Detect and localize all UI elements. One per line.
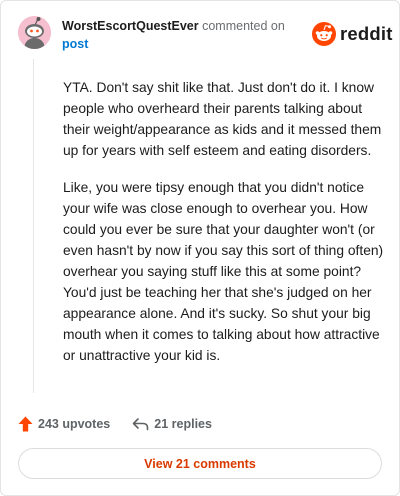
comment-card: WorstEscortQuestEver commented on post r… — [0, 0, 400, 496]
view-comments-button[interactable]: View 21 comments — [18, 448, 382, 479]
thread-line[interactable] — [33, 59, 34, 393]
comment-paragraph: Like, you were tipsy enough that you did… — [63, 180, 384, 363]
upvote-arrow-icon — [18, 416, 33, 432]
post-link[interactable]: post — [62, 35, 302, 53]
reply-count: 21 replies — [154, 417, 212, 431]
snoo-avatar-icon — [18, 16, 51, 49]
replies-button[interactable]: 21 replies — [132, 417, 212, 431]
username[interactable]: WorstEscortQuestEver — [62, 19, 199, 33]
upvote-button[interactable]: 243 upvotes — [18, 416, 110, 432]
reddit-wordmark: reddit — [340, 23, 393, 44]
upvote-count: 243 upvotes — [38, 417, 111, 431]
comment-body: YTA. Don't say shit like that. Just don'… — [63, 77, 385, 382]
reply-arrow-icon — [132, 418, 149, 431]
avatar[interactable] — [18, 16, 51, 49]
comment-paragraph: YTA. Don't say shit like that. Just don'… — [63, 80, 382, 158]
commented-on-text: commented on — [198, 19, 285, 33]
comment-actions: 243 upvotes 21 replies — [18, 415, 212, 433]
comment-header: WorstEscortQuestEver commented on post — [62, 17, 302, 53]
reddit-snoo-icon — [312, 22, 336, 46]
reddit-logo[interactable]: reddit — [312, 21, 393, 47]
